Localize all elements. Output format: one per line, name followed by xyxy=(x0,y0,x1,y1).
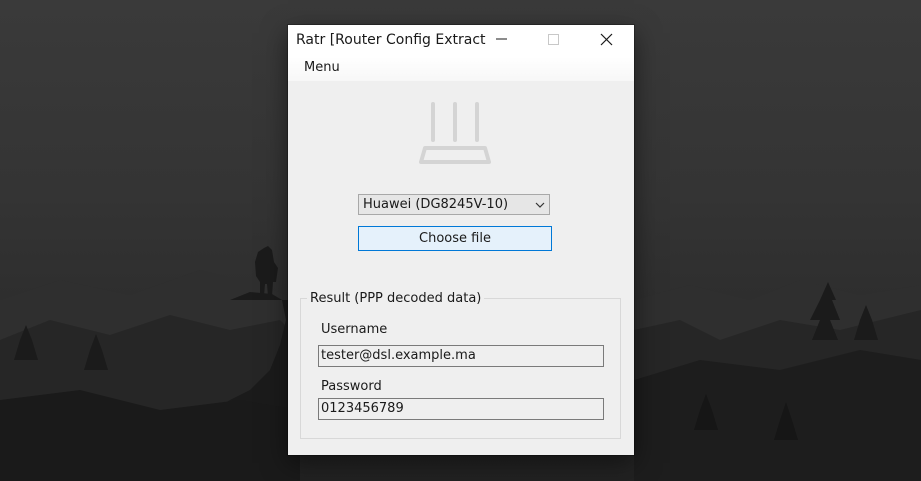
menu-item-menu[interactable]: Menu xyxy=(304,60,340,75)
result-groupbox: Result (PPP decoded data) Username teste… xyxy=(300,291,621,439)
app-window: Ratr [Router Config Extracto... Menu xyxy=(288,25,634,455)
password-field[interactable]: 0123456789 xyxy=(318,398,604,420)
choose-file-button[interactable]: Choose file xyxy=(358,226,552,251)
router-model-value: Huawei (DG8245V-10) xyxy=(363,197,509,212)
window-title: Ratr [Router Config Extracto... xyxy=(296,32,486,48)
password-label: Password xyxy=(321,379,382,394)
result-legend: Result (PPP decoded data) xyxy=(307,291,485,306)
title-bar[interactable]: Ratr [Router Config Extracto... xyxy=(288,25,634,57)
router-icon xyxy=(419,102,491,164)
minimize-icon xyxy=(496,38,507,40)
close-icon xyxy=(600,33,613,46)
menu-bar: Menu xyxy=(288,57,634,81)
maximize-button[interactable] xyxy=(530,25,576,55)
maximize-icon xyxy=(548,34,559,45)
chevron-down-icon xyxy=(535,202,545,208)
close-button[interactable] xyxy=(583,25,629,55)
username-label: Username xyxy=(321,322,388,337)
router-model-select[interactable]: Huawei (DG8245V-10) xyxy=(358,194,550,215)
minimize-button[interactable] xyxy=(478,25,524,55)
username-field[interactable]: tester@dsl.example.ma xyxy=(318,345,604,367)
